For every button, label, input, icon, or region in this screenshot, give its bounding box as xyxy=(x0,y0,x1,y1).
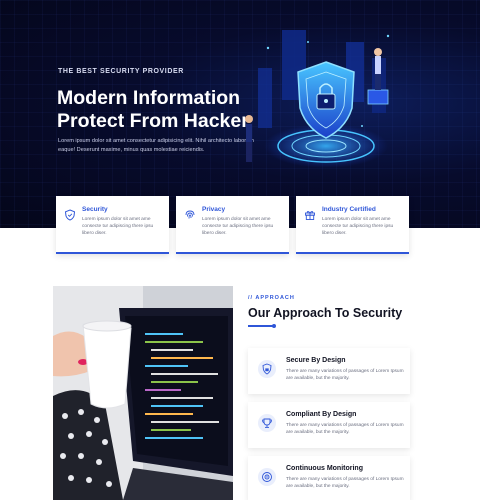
feature-card-privacy[interactable]: Privacy Lorem ipsum dolor sit amet ame c… xyxy=(176,196,289,254)
feature-card-security[interactable]: Security Lorem ipsum dolor sit amet ame … xyxy=(56,196,169,254)
approach-description: There are many variations of passages of… xyxy=(286,369,404,381)
approach-description: There are many variations of passages of… xyxy=(286,423,404,435)
feature-title: Security xyxy=(82,206,108,213)
feature-description: Lorem ipsum dolor sit amet ame consecte … xyxy=(82,217,154,236)
lock-shield-icon xyxy=(258,360,276,378)
trophy-icon xyxy=(258,414,276,432)
approach-card-secure-by-design[interactable]: Secure By Design There are many variatio… xyxy=(248,348,410,394)
title-underline xyxy=(248,325,274,327)
monitor-target-icon xyxy=(258,468,276,486)
laptop-coffee-photo xyxy=(53,286,233,500)
approach-title: Compliant By Design xyxy=(286,411,357,418)
approach-title: Secure By Design xyxy=(286,357,346,364)
approach-card-continuous-monitoring[interactable]: Continuous Monitoring There are many var… xyxy=(248,456,410,500)
section-eyebrow: // APPROACH xyxy=(248,295,295,301)
shield-icon xyxy=(64,209,76,221)
feature-card-industry-certified[interactable]: Industry Certified Lorem ipsum dolor sit… xyxy=(296,196,409,254)
feature-title: Industry Certified xyxy=(322,206,376,213)
gift-icon xyxy=(305,211,315,220)
security-illustration xyxy=(245,30,390,168)
section-title: Our Approach To Security xyxy=(248,306,403,320)
laptop-photo-illustration xyxy=(53,286,233,500)
approach-title: Continuous Monitoring xyxy=(286,465,363,472)
approach-card-compliant-by-design[interactable]: Compliant By Design There are many varia… xyxy=(248,402,410,448)
hero-section: THE BEST SECURITY PROVIDER Modern Inform… xyxy=(0,0,480,228)
title-underline-dot xyxy=(272,324,276,328)
hero-description: Lorem ipsum dolor sit amet consectetur a… xyxy=(58,138,254,153)
feature-title: Privacy xyxy=(202,206,226,213)
hero-eyebrow: THE BEST SECURITY PROVIDER xyxy=(58,68,184,75)
feature-description: Lorem ipsum dolor sit amet ame consecte … xyxy=(322,217,394,236)
approach-description: There are many variations of passages of… xyxy=(286,477,404,489)
feature-description: Lorem ipsum dolor sit amet ame consecte … xyxy=(202,217,274,236)
fingerprint-icon xyxy=(185,210,195,219)
